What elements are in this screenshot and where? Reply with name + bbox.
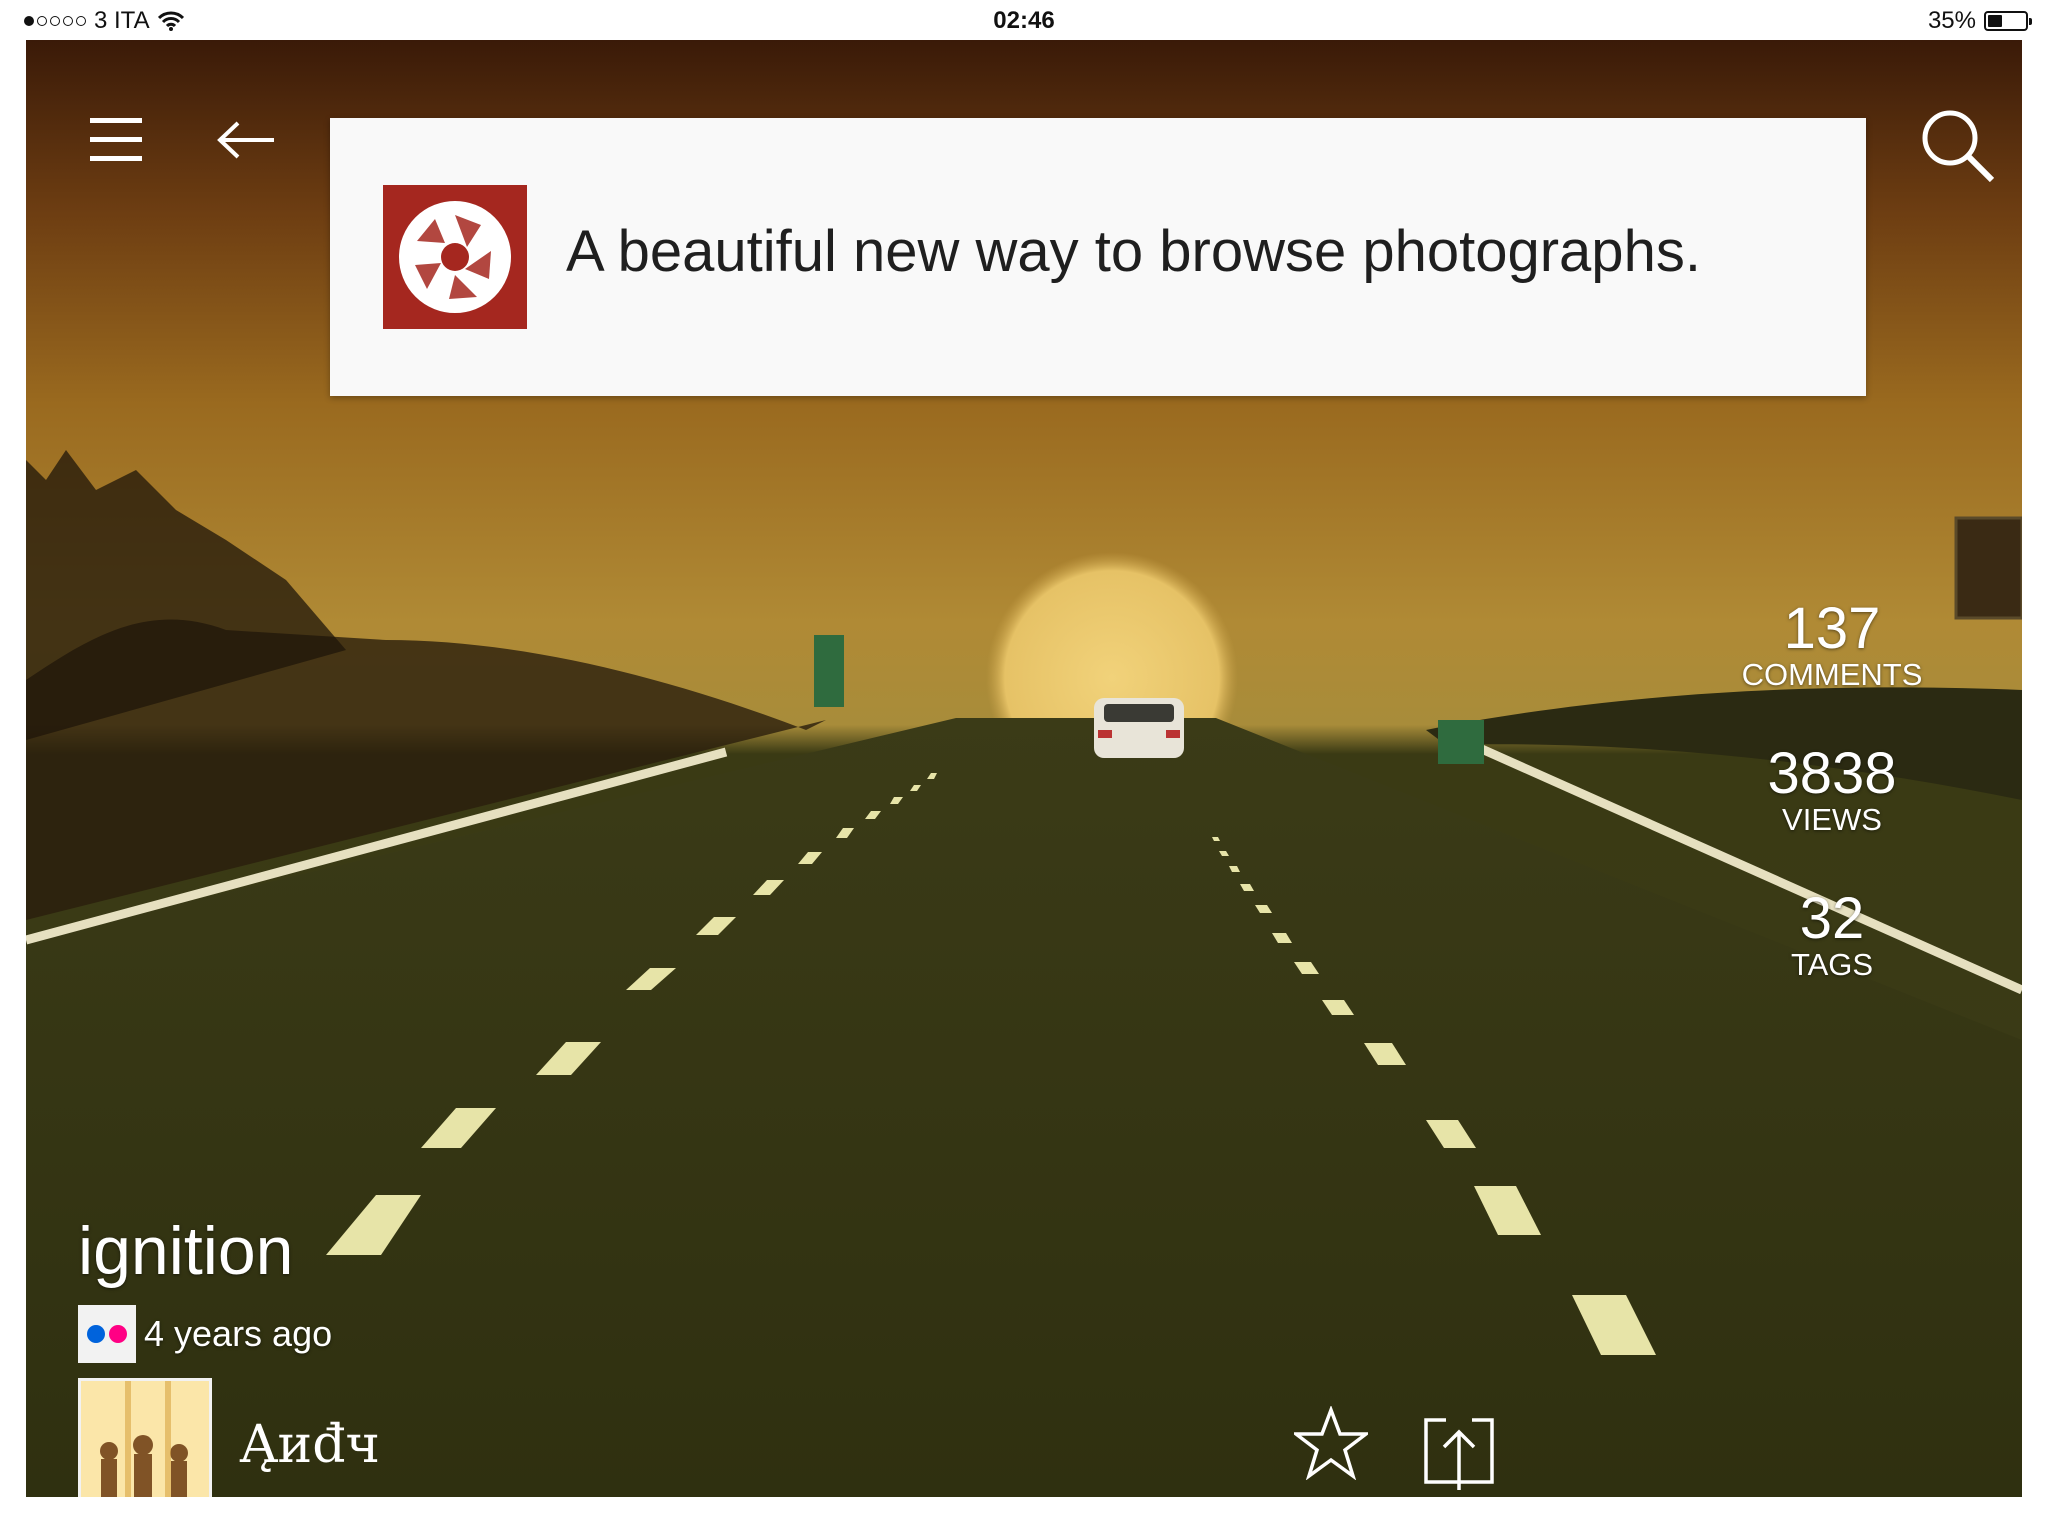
arrow-left-icon[interactable] [216,120,276,160]
photo-title: ignition [78,1213,294,1289]
tags-count: 32 [1799,886,1865,951]
star-outline-icon[interactable] [1294,1406,1368,1480]
battery-icon [1984,11,2032,31]
status-bar: 3 ITA 02:46 35% [0,0,2048,40]
comments-label: COMMENTS [1741,657,1923,692]
tags-stat[interactable]: 32 TAGS [1712,890,1952,982]
battery-status: 35% [1927,7,2032,35]
battery-percent: 35% [1927,7,1976,34]
aperture-icon [399,201,511,313]
app-logo [383,185,527,329]
promo-banner[interactable]: A beautiful new way to browse photograph… [330,118,1866,396]
views-stat[interactable]: 3838 VIEWS [1712,745,1952,837]
share-icon[interactable] [1422,1410,1496,1490]
author-info[interactable]: Ąиđч [78,1378,380,1497]
search-icon[interactable] [1920,108,1994,182]
flickr-icon [78,1305,136,1363]
status-time: 02:46 [993,7,1055,34]
author-name[interactable]: Ąиđч [240,1415,380,1475]
photo-meta: 4 years ago [78,1305,332,1363]
comments-stat[interactable]: 137 COMMENTS [1712,600,1952,692]
avatar[interactable] [78,1378,212,1497]
hamburger-icon[interactable] [90,116,142,164]
tags-label: TAGS [1790,947,1874,982]
photo-viewer[interactable]: A beautiful new way to browse photograph… [26,40,2022,1497]
comments-count: 137 [1783,596,1881,661]
views-label: VIEWS [1782,802,1882,837]
posted-time: 4 years ago [144,1313,333,1354]
views-count: 3838 [1767,741,1897,806]
banner-text: A beautiful new way to browse photograph… [566,219,1701,284]
